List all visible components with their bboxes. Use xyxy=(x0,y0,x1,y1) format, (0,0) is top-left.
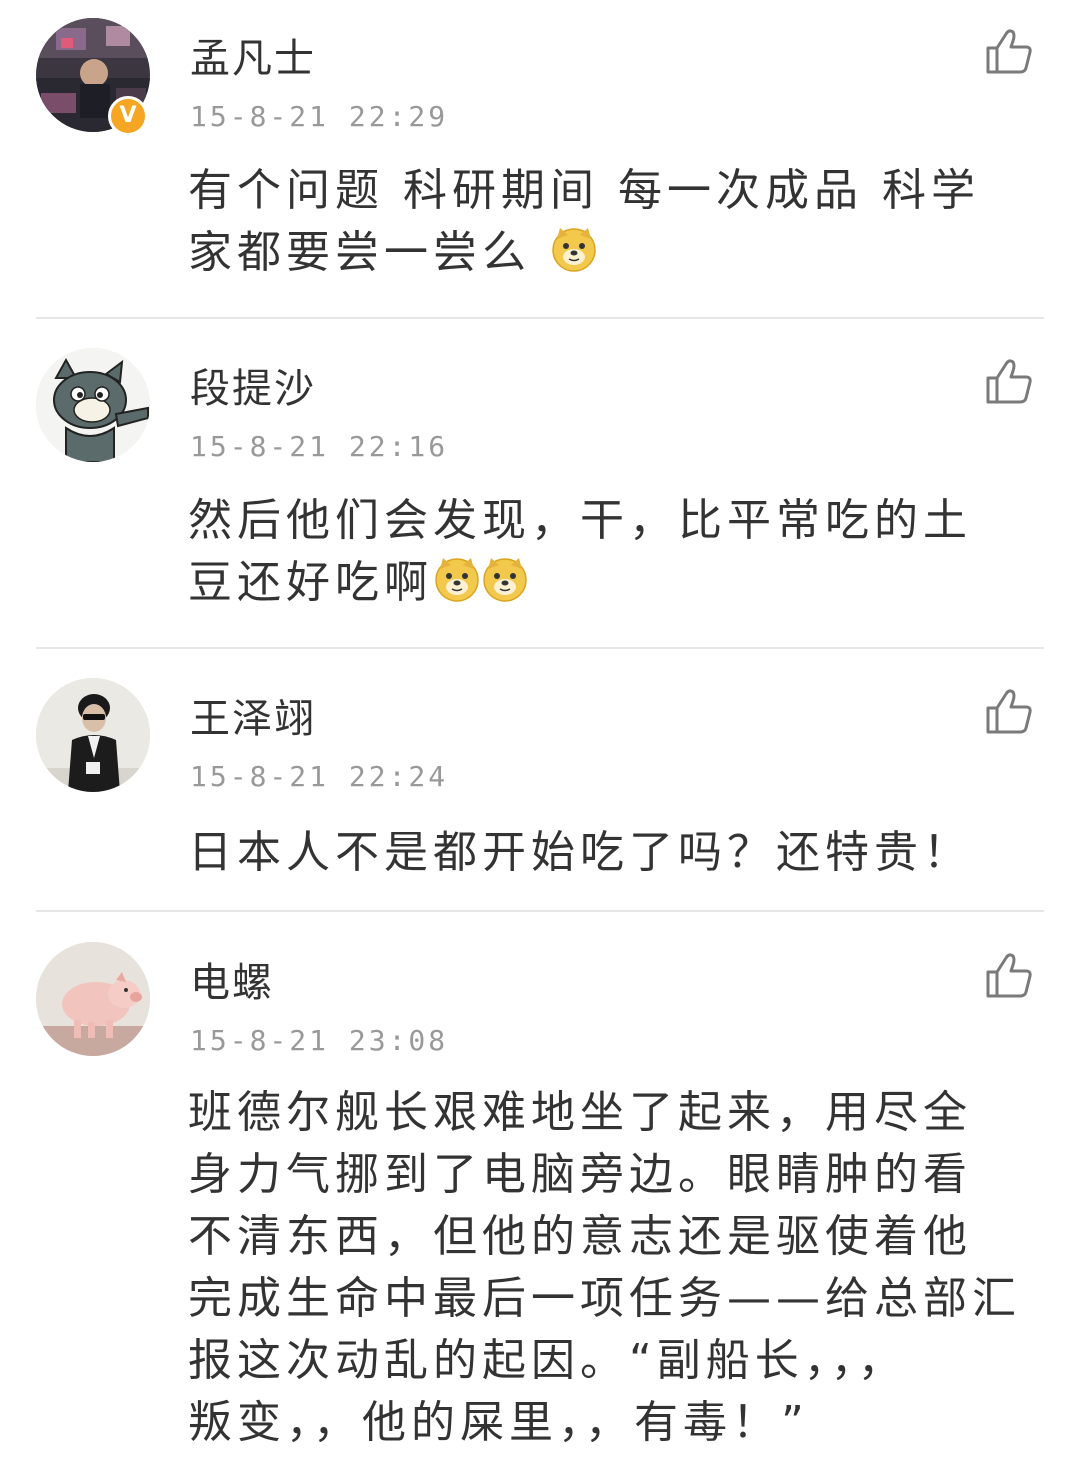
thumbs-up-icon xyxy=(986,953,1032,998)
doge-emoji-icon xyxy=(550,225,598,273)
like-button[interactable] xyxy=(984,686,1034,736)
thumbs-up-icon xyxy=(986,29,1032,74)
comment-username[interactable]: 王泽翊 xyxy=(190,686,316,744)
comment-content-line: 报这次动乱的起因。“副船长，，， xyxy=(188,1335,907,1386)
verified-badge-icon: V xyxy=(108,96,148,136)
doge-emoji-icon xyxy=(433,555,481,603)
comment-content-line: 班德尔舰长艰难地坐了起来，用尽全 xyxy=(188,1087,972,1138)
like-button[interactable] xyxy=(984,950,1034,1000)
comment-timestamp: 15-8-21 22:16 xyxy=(190,430,449,463)
like-button[interactable] xyxy=(984,356,1034,406)
comment-content-line: 完成生命中最后一项任务——给总部汇 xyxy=(188,1273,1021,1324)
avatar-person-sunglasses-icon xyxy=(36,678,150,792)
comment-content-line: 叛变，，他的屎里，，有毒！” xyxy=(188,1397,809,1448)
comment-divider xyxy=(36,910,1044,912)
comment-content: 然后他们会发现，干，比平常吃的土 豆还好吃啊 xyxy=(188,490,1048,614)
comment-content-line-text: 豆还好吃啊 xyxy=(188,557,433,608)
avatar-cartoon-cat-icon xyxy=(36,348,150,462)
comment-username[interactable]: 孟凡士 xyxy=(190,26,316,84)
avatar[interactable] xyxy=(36,348,150,462)
comment-timestamp: 15-8-21 22:29 xyxy=(190,100,449,133)
comment-content-line-text: 家都要尝一尝么 xyxy=(188,227,550,278)
avatar[interactable] xyxy=(36,942,150,1056)
comment-content-line: 家都要尝一尝么 xyxy=(188,222,1048,284)
comment-timestamp: 15-8-21 23:08 xyxy=(190,1024,449,1057)
comment-username[interactable]: 电螺 xyxy=(190,950,274,1008)
comment-divider xyxy=(36,647,1044,649)
comment-timestamp: 15-8-21 22:24 xyxy=(190,760,449,793)
comment-content: 有个问题 科研期间 每一次成品 科学 家都要尝一尝么 xyxy=(188,160,1048,284)
comment-divider xyxy=(36,317,1044,319)
like-button[interactable] xyxy=(984,26,1034,76)
comment-content-line: 有个问题 科研期间 每一次成品 科学 xyxy=(188,165,980,216)
comment-content: 班德尔舰长艰难地坐了起来，用尽全 身力气挪到了电脑旁边。眼睛肿的看 不清东西，但… xyxy=(188,1082,1048,1454)
comment-content: 日本人不是都开始吃了吗？还特贵！ xyxy=(188,822,1048,884)
comment-username[interactable]: 段提沙 xyxy=(190,356,316,414)
comment-content-line: 不清东西，但他的意志还是驱使着他 xyxy=(188,1211,972,1262)
avatar-piglet-icon xyxy=(36,942,150,1056)
thumbs-up-icon xyxy=(986,689,1032,734)
thumbs-up-icon xyxy=(986,359,1032,404)
comment-content-line: 身力气挪到了电脑旁边。眼睛肿的看 xyxy=(188,1149,972,1200)
avatar[interactable] xyxy=(36,678,150,792)
comment-content-line: 然后他们会发现，干，比平常吃的土 xyxy=(188,495,972,546)
doge-emoji-icon xyxy=(481,555,529,603)
comment-content-line: 日本人不是都开始吃了吗？还特贵！ xyxy=(188,827,972,878)
comment-content-line: 豆还好吃啊 xyxy=(188,552,1048,614)
